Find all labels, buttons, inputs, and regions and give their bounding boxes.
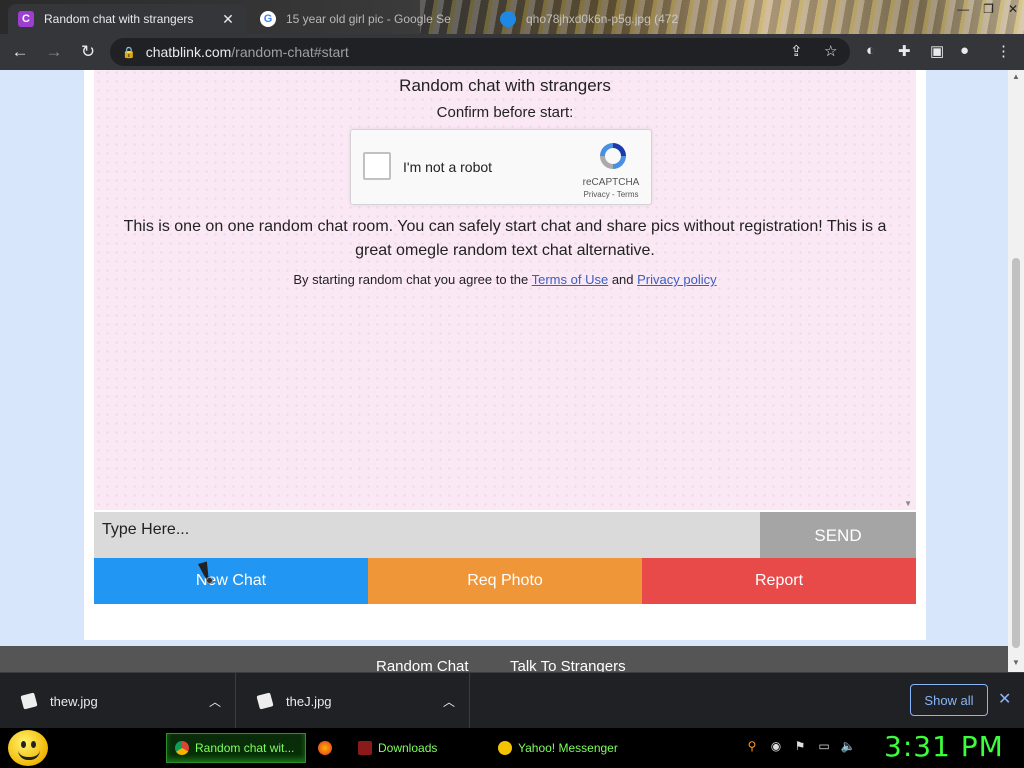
- download-shelf: thew.jpg ︿ theJ.jpg ︿ Show all ✕: [0, 672, 1024, 729]
- page-viewport: Random chat with strangers Confirm befor…: [0, 70, 1008, 672]
- browser-toolbar: ← → ↻ 🔒 chatblink.com/random-chat#start …: [0, 34, 1024, 70]
- close-window-icon[interactable]: ✕: [1008, 2, 1018, 16]
- minimize-icon[interactable]: —: [957, 2, 969, 16]
- network-icon[interactable]: ▭: [816, 738, 832, 754]
- scroll-up-icon[interactable]: ▲: [1012, 72, 1020, 81]
- window-controls: — ❐ ✕: [957, 2, 1018, 16]
- account-avatar-icon[interactable]: ●: [960, 42, 969, 59]
- address-bar[interactable]: 🔒 chatblink.com/random-chat#start ⇪ ☆: [110, 38, 850, 66]
- os-taskbar: Random chat wit... Downloads Yahoo! Mess…: [0, 728, 1024, 768]
- recaptcha-separator: -: [609, 190, 617, 199]
- recaptcha-links: Privacy - Terms: [569, 190, 653, 199]
- volume-icon[interactable]: 🔈: [840, 738, 856, 754]
- tab-random-chat[interactable]: C Random chat with strangers ✕: [8, 4, 246, 34]
- message-composer: SEND: [94, 512, 916, 558]
- image-favicon-icon: [500, 11, 516, 27]
- report-button[interactable]: Report: [642, 558, 916, 604]
- taskbar-downloads[interactable]: Downloads: [350, 733, 486, 763]
- recaptcha-widget: I'm not a robot reCAPTCHA Privacy - Term…: [350, 129, 652, 205]
- close-tab-icon[interactable]: ✕: [220, 11, 236, 28]
- recaptcha-logo-icon: [600, 143, 626, 169]
- privacy-policy-link[interactable]: Privacy policy: [637, 272, 716, 287]
- chevron-up-icon[interactable]: ︿: [443, 693, 455, 710]
- taskbar-label: Yahoo! Messenger: [518, 741, 618, 755]
- tab-title: Random chat with strangers: [44, 12, 194, 26]
- chevron-up-icon[interactable]: ︿: [209, 693, 221, 710]
- agree-and: and: [608, 272, 638, 287]
- recaptcha-brand: reCAPTCHA: [582, 177, 640, 188]
- message-input[interactable]: [94, 512, 760, 558]
- chat-scroll-down-icon[interactable]: ▼: [904, 499, 912, 508]
- profile-flag-icon[interactable]: ◐: [866, 42, 875, 59]
- bookmark-star-icon[interactable]: ☆: [824, 42, 837, 60]
- taskbar-label: Downloads: [378, 741, 438, 755]
- req-photo-button[interactable]: Req Photo: [368, 558, 642, 604]
- chrome-icon: [175, 741, 189, 755]
- tab-image[interactable]: qho78jhxd0k6n-p5g.jpg (472: [490, 4, 690, 34]
- firefox-icon: [318, 741, 332, 755]
- tab-strip: C Random chat with strangers ✕ G 15 year…: [0, 0, 1024, 34]
- extensions-puzzle-icon[interactable]: ✚: [898, 42, 911, 60]
- captcha-checkbox[interactable]: [363, 152, 391, 180]
- download-item[interactable]: theJ.jpg ︿: [236, 673, 470, 729]
- back-icon[interactable]: ←: [6, 38, 34, 66]
- recaptcha-privacy-link[interactable]: Privacy: [584, 190, 610, 199]
- reload-icon[interactable]: ↻: [74, 38, 102, 66]
- chat-card: Random chat with strangers Confirm befor…: [84, 70, 926, 640]
- side-panel-icon[interactable]: ▣: [930, 42, 944, 60]
- taskbar-yahoo-messenger[interactable]: Yahoo! Messenger: [490, 733, 630, 763]
- action-center-flag-icon[interactable]: ⚑: [792, 738, 808, 754]
- yahoo-messenger-icon: [498, 741, 512, 755]
- menu-kebab-icon[interactable]: ⋮: [996, 42, 1011, 60]
- page-scrollbar[interactable]: ▲ ▼: [1008, 70, 1024, 672]
- file-icon: [20, 692, 38, 710]
- captcha-label: I'm not a robot: [403, 159, 493, 175]
- start-button-smiley-icon[interactable]: [8, 730, 48, 766]
- search-icon[interactable]: ⚲: [744, 738, 760, 754]
- footer-link-random-chat[interactable]: Random Chat: [376, 658, 469, 672]
- download-filename: theJ.jpg: [286, 693, 332, 709]
- site-footer: Random Chat Talk To Strangers: [0, 646, 1008, 672]
- file-icon: [256, 692, 274, 710]
- tab-google-search[interactable]: G 15 year old girl pic - Google Se: [250, 4, 486, 34]
- new-chat-button[interactable]: New Chat: [94, 558, 368, 604]
- forward-icon[interactable]: →: [40, 38, 68, 66]
- terms-of-use-link[interactable]: Terms of Use: [532, 272, 609, 287]
- taskbar-label: Random chat wit...: [195, 741, 295, 755]
- tab-title: qho78jhxd0k6n-p5g.jpg (472: [526, 12, 679, 26]
- url-host: chatblink.com: [145, 44, 232, 60]
- cursor-busy-icon: [206, 577, 213, 584]
- agreement-text: By starting random chat you agree to the…: [114, 272, 896, 287]
- taskbar-chrome[interactable]: Random chat wit...: [166, 733, 306, 763]
- chatblink-favicon-icon: C: [18, 11, 34, 27]
- maximize-icon[interactable]: ❐: [983, 2, 994, 16]
- share-icon[interactable]: ⇪: [790, 42, 803, 60]
- action-buttons: New Chat Req Photo Report: [94, 558, 916, 604]
- intro-description: This is one on one random chat room. You…: [123, 218, 887, 259]
- downloads-folder-icon: [358, 741, 372, 755]
- download-filename: thew.jpg: [50, 693, 98, 709]
- system-tray: ⚲ ◉ ⚑ ▭ 🔈: [744, 738, 856, 754]
- page-title: Random chat with strangers: [399, 76, 611, 95]
- url-path: /random-chat#start: [231, 44, 349, 60]
- chat-messages-area: Random chat with strangers Confirm befor…: [94, 70, 916, 510]
- taskbar-firefox[interactable]: [310, 733, 346, 763]
- scroll-down-icon[interactable]: ▼: [1012, 658, 1020, 667]
- taskbar-clock[interactable]: 3:31 PM: [884, 730, 1004, 763]
- send-button[interactable]: SEND: [760, 512, 916, 558]
- scrollbar-thumb[interactable]: [1012, 258, 1020, 648]
- recaptcha-terms-link[interactable]: Terms: [617, 190, 639, 199]
- agree-prefix: By starting random chat you agree to the: [293, 272, 532, 287]
- confirm-label: Confirm before start:: [436, 104, 574, 121]
- show-all-button[interactable]: Show all: [910, 684, 988, 716]
- footer-link-talk-to-strangers[interactable]: Talk To Strangers: [510, 658, 626, 672]
- download-item[interactable]: thew.jpg ︿: [0, 673, 236, 729]
- close-downloads-icon[interactable]: ✕: [998, 689, 1011, 709]
- tab-title: 15 year old girl pic - Google Se: [286, 12, 451, 26]
- tray-app-icon[interactable]: ◉: [768, 738, 784, 754]
- google-favicon-icon: G: [260, 11, 276, 27]
- lock-icon: 🔒: [122, 46, 136, 59]
